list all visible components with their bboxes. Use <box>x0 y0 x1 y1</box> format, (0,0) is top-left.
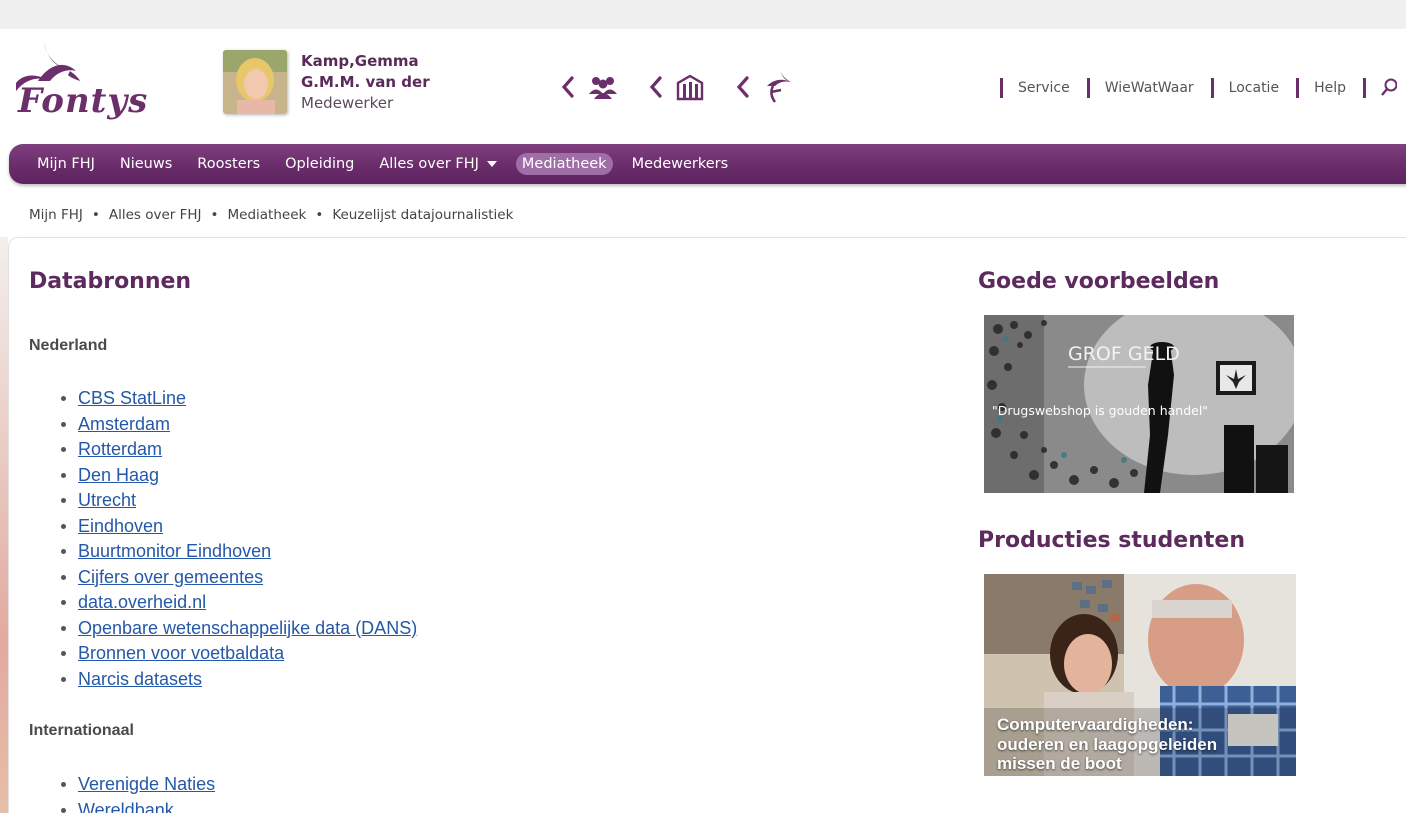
avatar[interactable] <box>223 50 287 114</box>
list-item: Narcis datasets <box>61 667 417 693</box>
breadcrumb-item[interactable]: Mediatheek <box>228 207 307 223</box>
link-dans[interactable]: Openbare wetenschappelijke data (DANS) <box>78 616 417 642</box>
page-title: Databronnen <box>29 269 192 294</box>
building-icon <box>676 74 704 101</box>
browser-top-strip <box>0 0 1406 29</box>
user-name-line1: Kamp,Gemma <box>301 52 419 70</box>
switcher-group[interactable] <box>560 69 618 105</box>
list-item: Wereldbank <box>61 798 215 813</box>
nav-alles-over-fhj[interactable]: Alles over FHJ <box>373 153 503 175</box>
link-cbs-statline[interactable]: CBS StatLine <box>78 386 186 412</box>
list-item: Cijfers over gemeentes <box>61 565 417 591</box>
logo-wordmark: Fontys <box>18 81 149 121</box>
list-item: data.overheid.nl <box>61 590 417 616</box>
link-eindhoven[interactable]: Eindhoven <box>78 514 163 540</box>
search-icon <box>1381 78 1397 96</box>
good-example-caption: "Drugswebshop is gouden handel" <box>992 403 1208 418</box>
link-wereldbank[interactable]: Wereldbank <box>78 798 174 813</box>
util-service-link[interactable]: Service <box>1000 78 1087 98</box>
breadcrumb-current: Keuzelijst datajournalistiek <box>332 207 514 223</box>
nav-opleiding[interactable]: Opleiding <box>279 153 360 175</box>
link-list-nederland: CBS StatLine Amsterdam Rotterdam Den Haa… <box>61 386 417 692</box>
user-info: Kamp,Gemma G.M.M. van der Medewerker <box>301 51 501 114</box>
util-wiewatwaar-link[interactable]: WieWatWaar <box>1086 78 1211 98</box>
nav-alles-over-fhj-label: Alles over FHJ <box>379 156 479 172</box>
list-item: Buurtmonitor Eindhoven <box>61 539 417 565</box>
list-item: CBS StatLine <box>61 386 417 412</box>
nav-mijn-fhj[interactable]: Mijn FHJ <box>31 153 101 175</box>
utility-nav: Service WieWatWaar Locatie Help <box>1000 77 1397 99</box>
link-rotterdam[interactable]: Rotterdam <box>78 437 162 463</box>
nav-nieuws[interactable]: Nieuws <box>114 153 178 175</box>
user-name-line2: G.M.M. van der <box>301 73 430 91</box>
list-item: Verenigde Naties <box>61 772 215 798</box>
breadcrumb: Mijn FHJ • Alles over FHJ • Mediatheek •… <box>29 207 513 223</box>
link-list-internationaal: Verenigde Naties Wereldbank <box>61 772 215 813</box>
link-den-haag[interactable]: Den Haag <box>78 463 159 489</box>
link-cijfers-over-gemeentes[interactable]: Cijfers over gemeentes <box>78 565 263 591</box>
nav-medewerkers[interactable]: Medewerkers <box>626 153 735 175</box>
list-item: Openbare wetenschappelijke data (DANS) <box>61 616 417 642</box>
list-item: Utrecht <box>61 488 417 514</box>
fontys-bird-icon <box>767 72 791 103</box>
list-item: Den Haag <box>61 463 417 489</box>
sidebar-title-producties-studenten: Producties studenten <box>978 528 1245 553</box>
grof-geld-title: GROF GELD <box>1068 343 1180 365</box>
util-locatie-link[interactable]: Locatie <box>1210 78 1296 98</box>
list-item: Bronnen voor voetbaldata <box>61 641 417 667</box>
site-header: Fontys Kamp,Gemma G.M.M. van der Medewer… <box>0 29 1406 144</box>
list-item: Amsterdam <box>61 412 417 438</box>
background-edge <box>0 237 8 813</box>
link-verenigde-naties[interactable]: Verenigde Naties <box>78 772 215 798</box>
link-narcis-datasets[interactable]: Narcis datasets <box>78 667 202 693</box>
search-button[interactable] <box>1362 78 1397 98</box>
link-data-overheid[interactable]: data.overheid.nl <box>78 590 206 616</box>
nav-roosters[interactable]: Roosters <box>191 153 266 175</box>
link-amsterdam[interactable]: Amsterdam <box>78 412 170 438</box>
util-help-link[interactable]: Help <box>1296 78 1363 98</box>
student-production-image[interactable]: Computervaardigheden: ouderen en laagopg… <box>984 574 1296 776</box>
main-navigation: Mijn FHJ Nieuws Roosters Opleiding Alles… <box>9 144 1406 184</box>
link-voetbaldata[interactable]: Bronnen voor voetbaldata <box>78 641 284 667</box>
student-production-caption: Computervaardigheden: ouderen en laagopg… <box>997 715 1218 773</box>
chevron-left-icon <box>736 76 749 98</box>
link-buurtmonitor-eindhoven[interactable]: Buurtmonitor Eindhoven <box>78 539 271 565</box>
link-utrecht[interactable]: Utrecht <box>78 488 136 514</box>
breadcrumb-item[interactable]: Mijn FHJ <box>29 207 83 223</box>
grof-geld-illustration: GROF GELD "Drugswebshop is gouden handel… <box>984 315 1294 493</box>
switcher-fontys[interactable] <box>735 69 795 105</box>
chevron-left-icon <box>561 76 574 98</box>
list-item: Rotterdam <box>61 437 417 463</box>
nav-mediatheek[interactable]: Mediatheek <box>515 153 613 175</box>
user-role: Medewerker <box>301 94 394 112</box>
switcher-building[interactable] <box>648 69 704 105</box>
sidebar-title-goede-voorbeelden: Goede voorbeelden <box>978 269 1220 294</box>
dropdown-caret-icon <box>486 161 497 167</box>
group-icon <box>589 77 617 99</box>
section-heading-nederland: Nederland <box>29 337 108 354</box>
fontys-logo[interactable]: Fontys <box>8 41 153 131</box>
breadcrumb-item[interactable]: Alles over FHJ <box>109 207 202 223</box>
breadcrumb-separator: • <box>91 207 100 223</box>
good-example-image[interactable]: GROF GELD "Drugswebshop is gouden handel… <box>984 315 1294 493</box>
list-item: Eindhoven <box>61 514 417 540</box>
breadcrumb-separator: • <box>315 207 324 223</box>
chevron-left-icon <box>649 76 662 98</box>
section-heading-internationaal: Internationaal <box>29 722 134 739</box>
breadcrumb-separator: • <box>210 207 219 223</box>
